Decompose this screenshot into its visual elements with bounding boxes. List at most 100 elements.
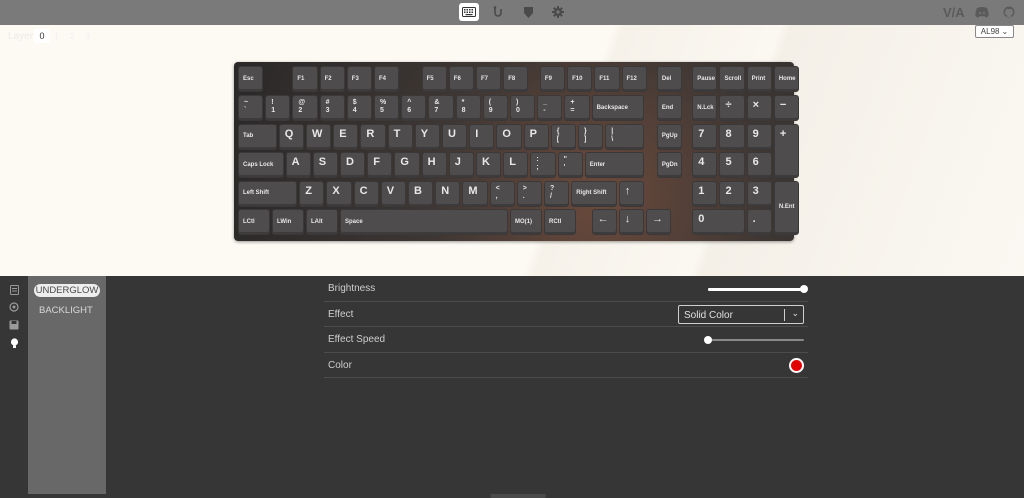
key-43[interactable]: T — [387, 123, 413, 150]
key-57[interactable]: Caps Lock — [238, 152, 284, 178]
key-91[interactable]: LCtl — [238, 209, 270, 235]
key-45[interactable]: U — [442, 123, 468, 150]
key-17[interactable]: Print — [746, 66, 772, 92]
key-55[interactable]: 9 — [746, 123, 772, 150]
key-90[interactable]: N.Ent — [773, 180, 800, 235]
key-96[interactable]: RCtl — [544, 209, 576, 235]
keyboard-model-select[interactable]: AL98 ⌄ — [975, 25, 1014, 38]
key-30[interactable]: _ - — [537, 95, 563, 121]
key-83[interactable]: > . — [516, 180, 542, 207]
other-layer-buttons[interactable]: 1 2 3 — [54, 31, 94, 41]
key-9[interactable]: F8 — [503, 66, 529, 92]
key-58[interactable]: A — [285, 152, 311, 178]
key-16[interactable]: Scroll — [719, 66, 745, 92]
key-34[interactable]: N.Lck — [692, 95, 718, 121]
key-73[interactable]: 6 — [746, 152, 772, 178]
key-92[interactable]: LWin — [272, 209, 304, 235]
key-63[interactable]: H — [421, 152, 447, 178]
color-picker-swatch[interactable] — [789, 357, 804, 373]
effect-speed-slider[interactable] — [704, 336, 804, 344]
brightness-slider[interactable] — [708, 285, 808, 293]
key-56[interactable]: + — [773, 123, 800, 178]
key-13[interactable]: F12 — [621, 66, 647, 92]
key-5[interactable]: F4 — [374, 66, 400, 92]
key-86[interactable]: ↑ — [618, 180, 644, 207]
panel-resize-handle[interactable] — [490, 494, 546, 498]
key-21[interactable]: @ 2 — [292, 95, 318, 121]
key-31[interactable]: + = — [564, 95, 590, 121]
key-46[interactable]: I — [469, 123, 495, 150]
key-66[interactable]: L — [503, 152, 529, 178]
lighting-icon[interactable] — [8, 337, 20, 349]
key-78[interactable]: V — [380, 180, 406, 207]
key-29[interactable]: ) 0 — [510, 95, 536, 121]
key-48[interactable]: P — [523, 123, 549, 150]
debug-icon[interactable] — [518, 3, 538, 21]
effect-select[interactable]: Solid Color ⌄ — [678, 304, 804, 324]
key-23[interactable]: $ 4 — [346, 95, 372, 121]
key-4[interactable]: F3 — [346, 66, 372, 92]
key-77[interactable]: C — [353, 180, 379, 207]
tab-underglow[interactable]: UNDERGLOW — [34, 284, 100, 297]
key-100[interactable]: 0 — [692, 209, 745, 235]
key-25[interactable]: ^ 6 — [401, 95, 427, 121]
key-68[interactable]: " ' — [557, 152, 583, 178]
key-28[interactable]: ( 9 — [482, 95, 508, 121]
key-67[interactable]: : ; — [530, 152, 556, 178]
key-32[interactable]: Backspace — [591, 95, 644, 121]
key-89[interactable]: 3 — [746, 180, 772, 207]
key-54[interactable]: 8 — [719, 123, 745, 150]
key-2[interactable]: F1 — [292, 66, 318, 92]
key-8[interactable]: F7 — [476, 66, 502, 92]
save-icon[interactable] — [8, 319, 20, 331]
key-36[interactable]: × — [746, 95, 772, 121]
key-79[interactable]: B — [408, 180, 434, 207]
key-76[interactable]: X — [326, 180, 352, 207]
key-26[interactable]: & 7 — [428, 95, 454, 121]
keymap-icon[interactable] — [8, 284, 20, 296]
key-44[interactable]: Y — [414, 123, 440, 150]
key-70[interactable]: PgDn — [656, 152, 683, 178]
key-40[interactable]: W — [306, 123, 332, 150]
key-94[interactable]: Space — [340, 209, 508, 235]
key-99[interactable]: → — [646, 209, 672, 235]
key-27[interactable]: * 8 — [455, 95, 481, 121]
key-41[interactable]: E — [333, 123, 359, 150]
key-69[interactable]: Enter — [584, 152, 644, 178]
effect-speed-thumb[interactable] — [704, 336, 712, 344]
key-20[interactable]: ! 1 — [265, 95, 291, 121]
key-49[interactable]: { [ — [550, 123, 576, 150]
key-85[interactable]: Right Shift — [571, 180, 617, 207]
key-38[interactable]: Tab — [238, 123, 277, 150]
key-98[interactable]: ↓ — [618, 209, 644, 235]
key-65[interactable]: K — [476, 152, 502, 178]
key-84[interactable]: ? / — [544, 180, 570, 207]
key-61[interactable]: F — [367, 152, 393, 178]
key-22[interactable]: # 3 — [319, 95, 345, 121]
key-47[interactable]: O — [496, 123, 522, 150]
key-12[interactable]: F11 — [594, 66, 620, 92]
key-14[interactable]: Del — [656, 66, 683, 92]
key-72[interactable]: 5 — [719, 152, 745, 178]
key-81[interactable]: M — [462, 180, 488, 207]
key-1[interactable]: Esc — [238, 66, 264, 92]
key-11[interactable]: F10 — [567, 66, 593, 92]
key-64[interactable]: J — [448, 152, 474, 178]
key-53[interactable]: 7 — [692, 123, 718, 150]
key-42[interactable]: R — [360, 123, 386, 150]
key-87[interactable]: 1 — [692, 180, 718, 207]
keyboard-icon[interactable] — [459, 3, 479, 21]
settings-icon[interactable] — [548, 3, 568, 21]
key-35[interactable]: ÷ — [719, 95, 745, 121]
key-97[interactable]: ← — [591, 209, 617, 235]
key-60[interactable]: D — [340, 152, 366, 178]
tab-backlight[interactable]: BACKLIGHT — [39, 305, 93, 316]
key-82[interactable]: < , — [489, 180, 515, 207]
key-19[interactable]: ~ ` — [238, 95, 264, 121]
key-18[interactable]: Home — [773, 66, 800, 92]
key-88[interactable]: 2 — [719, 180, 745, 207]
key-71[interactable]: 4 — [692, 152, 718, 178]
key-7[interactable]: F6 — [448, 66, 474, 92]
key-62[interactable]: G — [394, 152, 420, 178]
macro-icon[interactable] — [8, 301, 20, 313]
